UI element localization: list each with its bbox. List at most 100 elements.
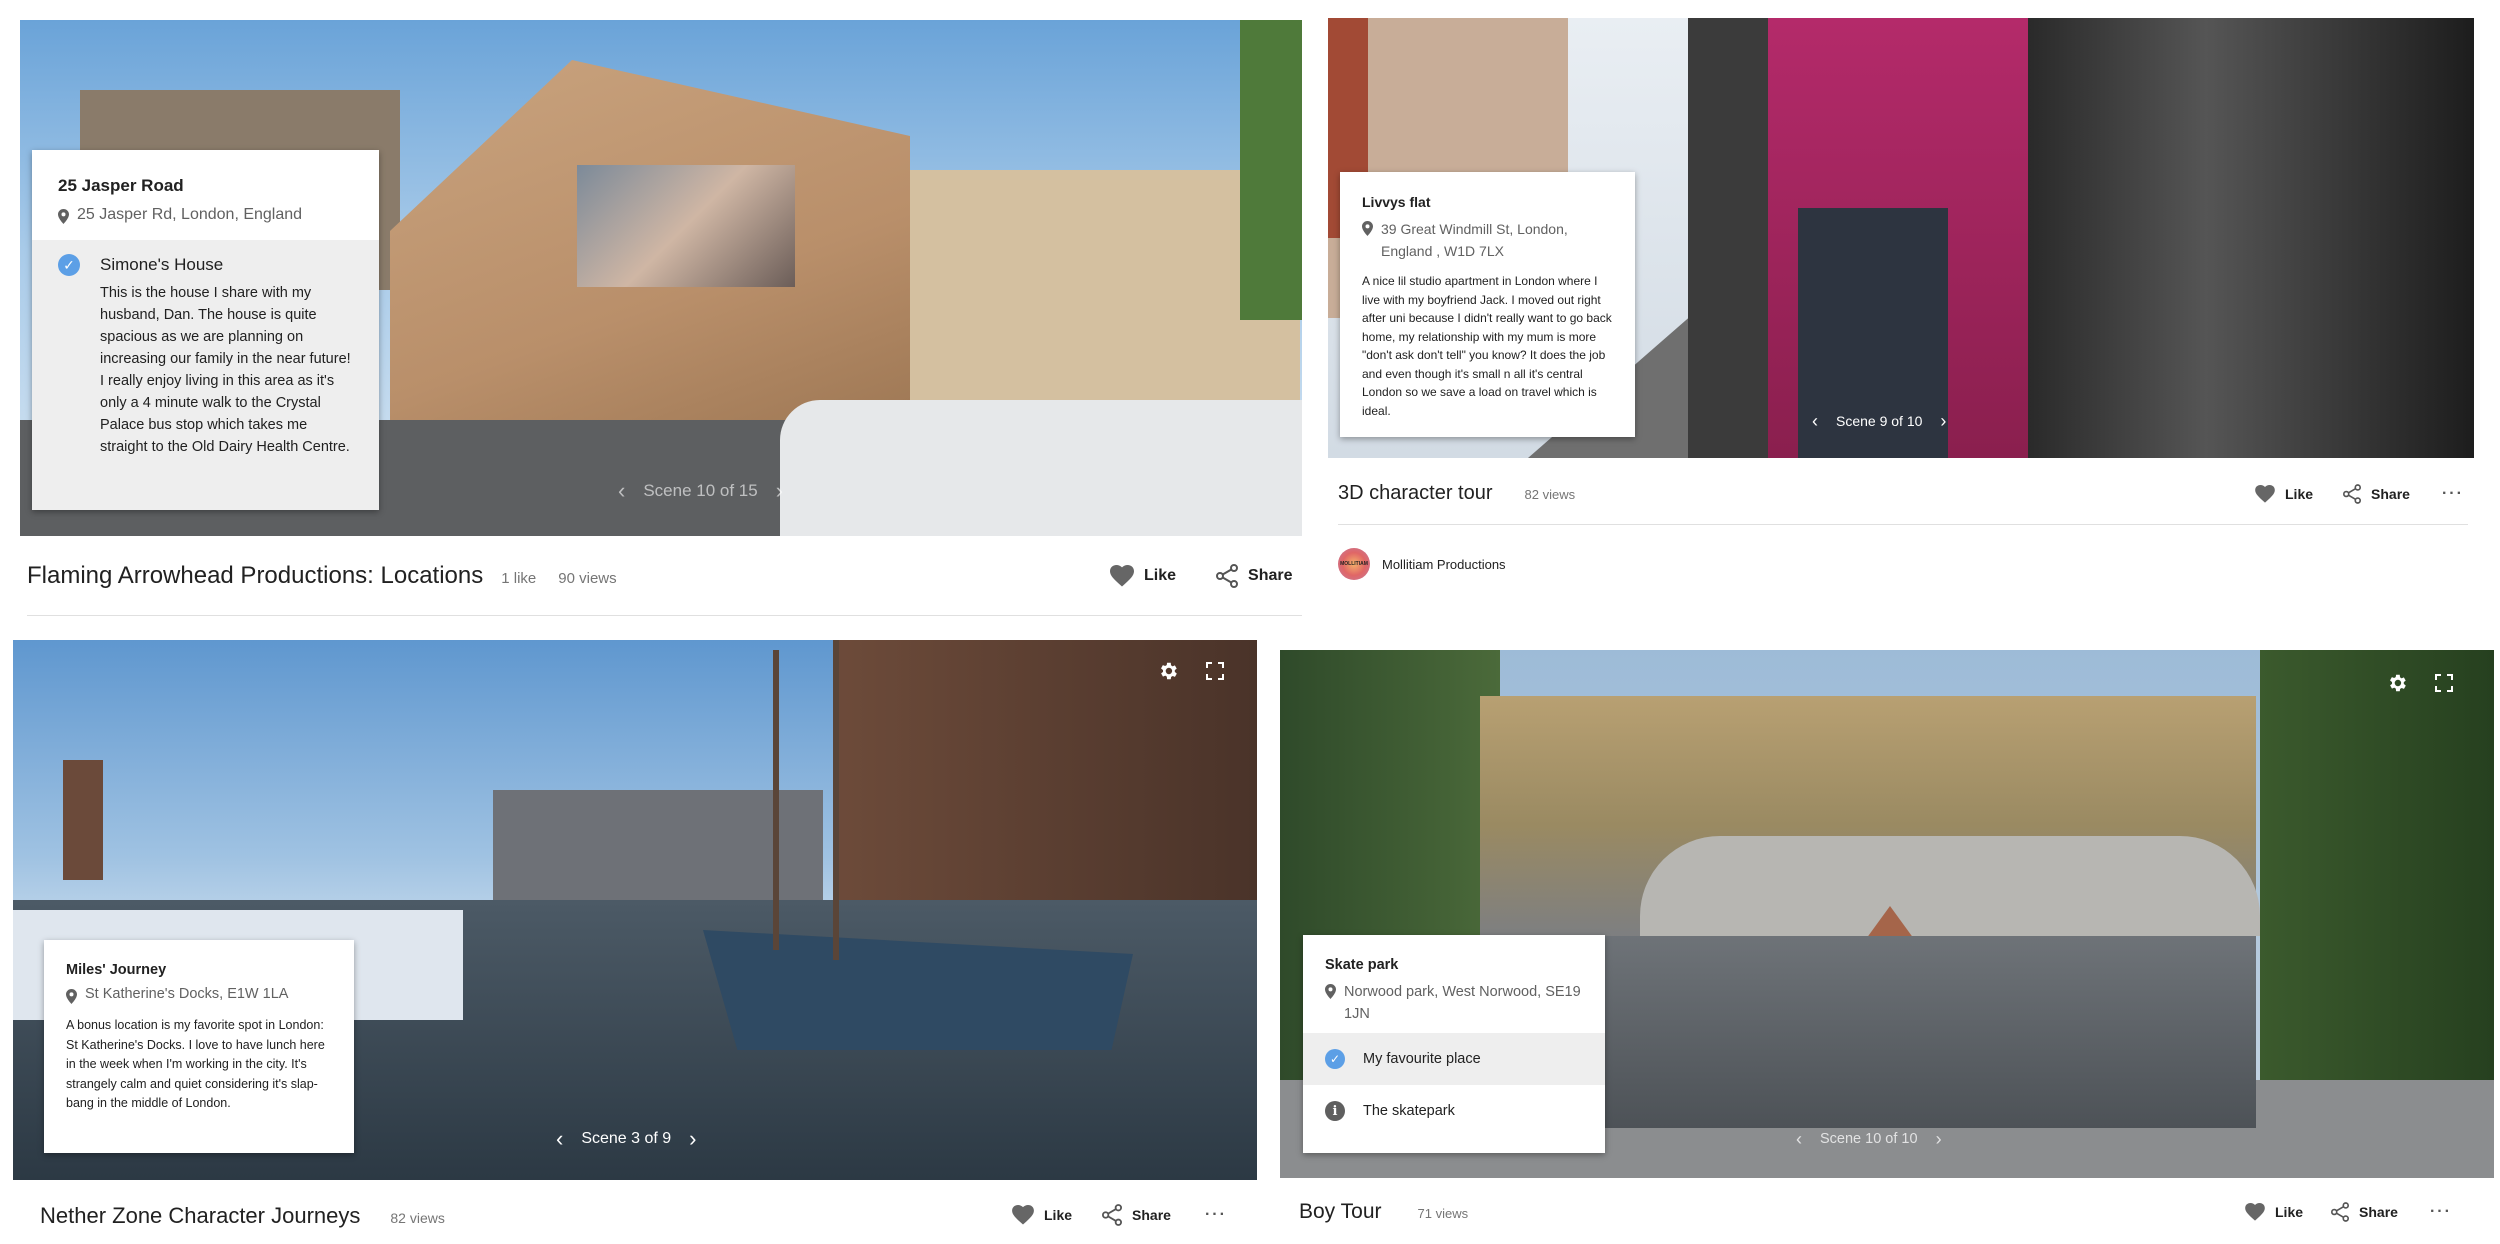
view-count: 71 views [1417, 1206, 1469, 1221]
scene-navigation: ‹ Scene 3 of 9 › [538, 1128, 715, 1150]
fullscreen-icon[interactable] [1202, 658, 1228, 684]
share-button[interactable]: Share [1102, 1204, 1171, 1226]
location-title: Livvys flat [1362, 194, 1431, 210]
tour-title-bar: Boy Tour 71 views [1299, 1200, 1468, 1224]
share-label: Share [2359, 1204, 2398, 1220]
heart-icon [2255, 485, 2275, 503]
tour-panel-3d-character: Livvys flat 39 Great Windmill St, London… [1320, 0, 2500, 640]
scene-description: This is the house I share with my husban… [100, 285, 351, 455]
tour-panel-nether-zone: Miles' Journey St Katherine's Docks, E1W… [0, 638, 1270, 1244]
scene-counter: Scene 3 of 9 [581, 1130, 672, 1147]
prev-scene-icon[interactable]: ‹ [538, 1128, 581, 1150]
prev-scene-icon[interactable]: ‹ [1794, 412, 1836, 430]
like-button[interactable]: Like [1110, 565, 1176, 587]
location-description: A bonus location is my favorite spot in … [66, 1018, 325, 1110]
like-label: Like [2275, 1204, 2304, 1220]
tour-title[interactable]: Flaming Arrowhead Productions: Locations [27, 562, 483, 590]
embedded-portrait-image [577, 165, 795, 287]
view-count: 90 views [558, 570, 617, 587]
scene-name: The skatepark [1363, 1103, 1455, 1119]
location-pin-icon [1325, 984, 1336, 999]
author-avatar: MOLLITIAM [1338, 548, 1370, 580]
like-label: Like [1144, 567, 1177, 584]
location-title: Skate park [1325, 957, 1399, 973]
scene-counter: Scene 10 of 15 [643, 481, 758, 500]
tour-title[interactable]: Boy Tour [1299, 1200, 1382, 1224]
location-card: Livvys flat 39 Great Windmill St, London… [1340, 172, 1635, 437]
share-label: Share [1248, 567, 1293, 584]
location-address-row: 39 Great Windmill St, London, England , … [1362, 218, 1613, 262]
scene-navigation: ‹ Scene 9 of 10 › [1794, 412, 1964, 430]
tour-actions: Like Share ··· [1012, 1204, 1227, 1226]
prev-scene-icon[interactable]: ‹ [1778, 1130, 1820, 1148]
scene-item-selected[interactable]: ✓ Simone's House This is the house I sha… [32, 240, 379, 510]
next-scene-icon[interactable]: › [1918, 1130, 1960, 1148]
next-scene-icon[interactable]: › [1922, 412, 1964, 430]
tour-panel-boy-tour: Skate park Norwood park, West Norwood, S… [1270, 638, 2500, 1244]
tour-actions: Like Share ··· [2245, 1202, 2452, 1222]
location-address: 39 Great Windmill St, London, England , … [1381, 221, 1568, 259]
tour-panel-flaming-arrowhead: 25 Jasper Road 25 Jasper Rd, London, Eng… [0, 0, 1310, 640]
scene-navigation: ‹ Scene 10 of 15 › [600, 480, 801, 502]
next-scene-icon[interactable]: › [671, 1128, 714, 1150]
location-address-row: Norwood park, West Norwood, SE19 1JN [1325, 981, 1583, 1025]
share-label: Share [1132, 1207, 1171, 1223]
view-count: 82 views [1524, 487, 1576, 502]
location-description: A nice lil studio apartment in London wh… [1362, 274, 1612, 418]
location-card: Skate park Norwood park, West Norwood, S… [1303, 935, 1605, 1153]
author-row[interactable]: MOLLITIAM Mollitiam Productions [1338, 548, 1506, 580]
location-pin-icon [66, 989, 77, 1004]
tour-actions: Like Share ··· [2255, 484, 2464, 504]
like-button[interactable]: Like [2255, 485, 2313, 503]
divider [27, 615, 1302, 616]
scene-counter: Scene 9 of 10 [1836, 413, 1923, 429]
share-icon [2343, 484, 2362, 504]
avatar-text: MOLLITIAM [1340, 561, 1368, 567]
like-label: Like [1044, 1207, 1073, 1223]
location-pin-icon [1362, 221, 1373, 236]
location-address: Norwood park, West Norwood, SE19 1JN [1344, 984, 1581, 1022]
scene-navigation: ‹ Scene 10 of 10 › [1778, 1130, 1960, 1148]
tour-title[interactable]: 3D character tour [1338, 482, 1493, 505]
author-name: Mollitiam Productions [1382, 556, 1506, 572]
location-address-row: 25 Jasper Rd, London, England [58, 206, 353, 224]
location-title: Miles' Journey [66, 962, 167, 978]
view-count: 82 views [390, 1210, 445, 1226]
more-options-icon[interactable]: ··· [2430, 1203, 2452, 1221]
scene-name: Simone's House [100, 255, 224, 274]
more-options-icon[interactable]: ··· [1205, 1206, 1227, 1224]
heart-icon [1110, 565, 1134, 587]
divider [1338, 524, 2468, 525]
next-scene-icon[interactable]: › [758, 480, 801, 502]
info-icon: i [1325, 1101, 1345, 1121]
scene-item[interactable]: i The skatepark [1303, 1085, 1605, 1137]
heart-icon [1012, 1205, 1034, 1225]
like-button[interactable]: Like [2245, 1203, 2303, 1221]
location-card: 25 Jasper Road 25 Jasper Rd, London, Eng… [32, 150, 379, 510]
check-icon: ✓ [58, 254, 80, 276]
prev-scene-icon[interactable]: ‹ [600, 480, 643, 502]
settings-gear-icon[interactable] [1155, 658, 1181, 684]
scene-item-selected[interactable]: ✓ My favourite place [1303, 1033, 1605, 1085]
like-button[interactable]: Like [1012, 1205, 1072, 1225]
share-button[interactable]: Share [2343, 484, 2410, 504]
location-pin-icon [58, 209, 69, 224]
location-address-row: St Katherine's Docks, E1W 1LA [66, 986, 332, 1004]
tour-title-bar: Flaming Arrowhead Productions: Locations… [27, 562, 617, 590]
share-button[interactable]: Share [2331, 1202, 2398, 1222]
tour-title[interactable]: Nether Zone Character Journeys [40, 1203, 360, 1229]
settings-gear-icon[interactable] [2384, 670, 2410, 696]
more-options-icon[interactable]: ··· [2442, 485, 2464, 503]
fullscreen-icon[interactable] [2431, 670, 2457, 696]
location-card: Miles' Journey St Katherine's Docks, E1W… [44, 940, 354, 1153]
share-icon [1216, 564, 1239, 588]
scene-name: My favourite place [1363, 1051, 1481, 1067]
share-icon [2331, 1202, 2350, 1222]
like-label: Like [2285, 486, 2314, 502]
share-label: Share [2371, 486, 2410, 502]
location-address: 25 Jasper Rd, London, England [77, 206, 303, 223]
share-button[interactable]: Share [1216, 564, 1292, 588]
tour-title-bar: 3D character tour 82 views [1338, 482, 1575, 505]
location-title: 25 Jasper Road [58, 176, 184, 195]
tour-title-bar: Nether Zone Character Journeys 82 views [40, 1203, 445, 1229]
